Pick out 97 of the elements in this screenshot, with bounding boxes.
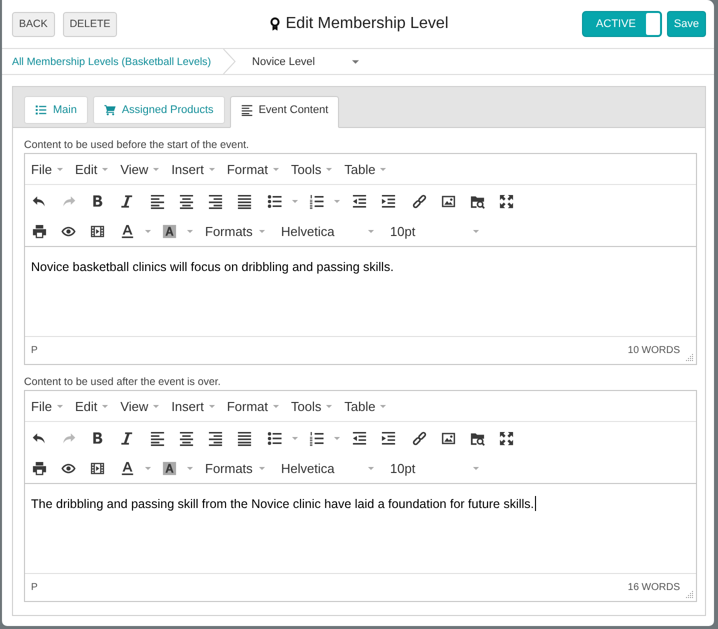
caret-icon [273,404,279,408]
film-icon[interactable] [90,224,105,238]
element-path[interactable]: P [31,582,38,593]
caret-icon [208,168,215,170]
caret-icon [153,404,160,408]
menu-item[interactable]: Table [338,398,392,414]
outdent-icon[interactable] [352,194,367,208]
menu-item[interactable]: Insert [165,398,221,414]
menu-item[interactable]: Edit [68,162,114,176]
menu-item[interactable]: Format [220,162,285,176]
caret-icon [473,230,479,232]
editor-caption: Content to be used before the start of the event. [24,138,250,153]
page-title: Edit Membership Level [286,15,448,33]
caret-icon [326,404,332,408]
tab[interactable]: Event Content [230,96,340,128]
menu-item[interactable]: File [25,398,69,414]
breadcrumb-link[interactable]: All Membership Levels (Basketball Levels) [12,56,212,68]
editor-caption: Content to be used after the event is over. [24,375,222,390]
word-count: 16 WORDS [628,582,680,593]
formats-dropdown[interactable]: Formats [200,460,276,476]
align-right-icon[interactable] [208,194,223,208]
print-icon[interactable] [32,224,47,238]
caret-icon [258,466,265,470]
highlight-color-icon[interactable] [162,224,176,238]
editor-text-area[interactable]: Novice basketball clinics will focus on dribbling and passing skills. [25,247,696,336]
editor-text-area[interactable]: The dribbling and passing skill from the Novice clinic have laid a foundation for future skills. [25,484,696,573]
tab[interactable]: Assigned Products [92,96,225,124]
caret-icon [368,230,374,232]
folder-search-icon[interactable] [470,430,485,446]
menu-item[interactable]: Format [220,398,285,414]
folder-search-icon[interactable] [470,194,485,208]
menu-item[interactable]: Tools [285,162,338,176]
caret-icon [56,168,63,170]
caret-icon [56,404,63,408]
level-dropdown[interactable]: Novice Level [252,56,360,68]
text-color-icon[interactable] [120,224,134,238]
menu-item[interactable]: Table [338,162,392,176]
menu-item[interactable]: View [114,162,166,176]
undo-icon[interactable] [32,430,47,446]
indent-icon[interactable] [381,430,396,446]
menu-item[interactable]: File [25,162,69,176]
caret-icon [352,60,360,64]
text-lines-icon [240,104,253,116]
tab[interactable]: Main [24,96,88,124]
bullet-list-icon[interactable] [266,430,282,446]
element-path[interactable]: P [31,345,38,356]
italic-icon[interactable] [119,430,134,446]
caret-icon [208,404,215,408]
word-count: 10 WORDS [628,345,680,356]
numbered-list-icon[interactable] [308,194,324,208]
font-size-dropdown[interactable]: 10pt [385,224,485,238]
undo-icon[interactable] [32,194,47,208]
justify-icon[interactable] [237,430,252,446]
delete-button[interactable]: DELETE [62,12,118,36]
numbered-list-icon[interactable] [308,430,324,446]
align-center-icon[interactable] [179,194,194,208]
caret-icon [368,466,374,470]
indent-icon[interactable] [381,194,396,208]
outdent-icon[interactable] [352,430,367,446]
align-center-icon[interactable] [179,430,194,446]
caret-icon [153,168,160,170]
image-icon[interactable] [441,194,456,208]
award-ribbon-icon [270,17,280,31]
caret-icon [102,168,108,170]
film-icon[interactable] [90,460,105,476]
caret-icon [326,168,332,170]
font-size-dropdown[interactable]: 10pt [385,460,485,476]
font-family-dropdown[interactable]: Helvetica [276,224,385,238]
italic-icon[interactable] [119,194,134,208]
bullet-list-icon[interactable] [266,194,282,208]
menu-item[interactable]: Insert [165,162,221,176]
align-right-icon[interactable] [208,430,223,446]
back-button[interactable]: BACK [12,12,55,36]
align-left-icon[interactable] [150,194,165,208]
formats-dropdown[interactable]: Formats [200,224,276,238]
caret-icon [380,404,386,408]
cart-icon [104,104,116,116]
menu-item[interactable]: Edit [68,398,114,414]
justify-icon[interactable] [237,194,252,208]
menu-item[interactable]: View [114,398,166,414]
highlight-color-icon[interactable] [162,460,176,476]
caret-icon [380,168,386,170]
menu-item[interactable]: Tools [285,398,338,414]
image-icon[interactable] [441,430,456,446]
caret-icon [258,230,265,232]
font-family-dropdown[interactable]: Helvetica [276,460,385,476]
link-icon[interactable] [412,430,427,446]
text-color-icon[interactable] [120,460,134,476]
fullscreen-icon[interactable] [499,194,514,208]
align-left-icon[interactable] [150,430,165,446]
link-icon[interactable] [412,194,427,208]
list-icon [35,104,47,116]
caret-icon [273,168,279,170]
print-icon[interactable] [32,460,47,476]
caret-icon [473,466,479,470]
fullscreen-icon[interactable] [499,430,514,446]
caret-icon [102,404,108,408]
